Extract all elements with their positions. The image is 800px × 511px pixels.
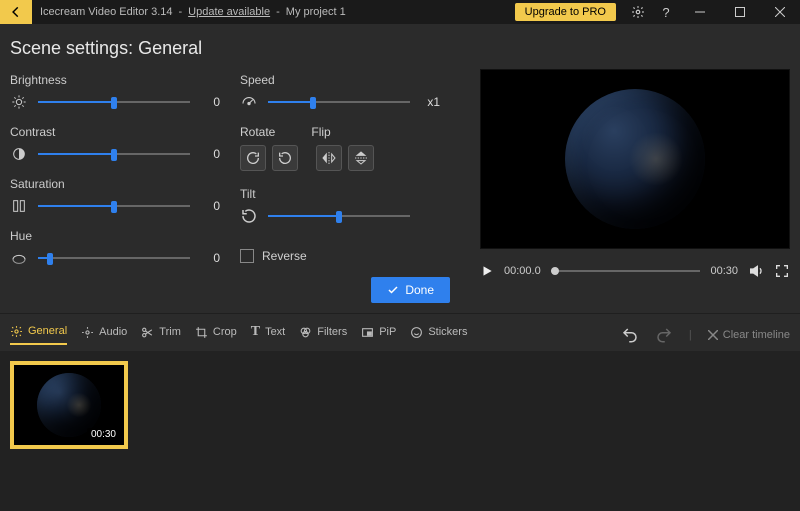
undo-button[interactable] (621, 326, 639, 344)
settings-icon[interactable] (624, 0, 652, 24)
tab-pip[interactable]: PiP (361, 326, 396, 344)
tilt-icon (240, 207, 258, 225)
rotate-label: Rotate (240, 125, 275, 139)
seek-bar[interactable] (551, 266, 701, 276)
play-button[interactable] (480, 264, 494, 278)
crop-icon (195, 326, 208, 339)
app-name: Icecream Video Editor 3.14 (40, 6, 172, 18)
tab-filters[interactable]: Filters (299, 326, 347, 344)
tab-stickers[interactable]: Stickers (410, 326, 467, 344)
text-icon: T (251, 324, 260, 340)
done-button[interactable]: Done (371, 277, 450, 303)
flip-horizontal-button[interactable] (316, 145, 342, 171)
saturation-icon (10, 197, 28, 215)
tab-strip: General Audio Trim Crop T Text Filters P… (0, 313, 800, 351)
audio-icon (81, 326, 94, 339)
pip-icon (361, 326, 374, 339)
page-title: Scene settings: General (0, 24, 800, 67)
brightness-icon (10, 93, 28, 111)
tab-audio[interactable]: Audio (81, 326, 127, 344)
speed-slider[interactable] (268, 95, 410, 109)
tab-trim[interactable]: Trim (141, 326, 181, 344)
minimize-button[interactable] (680, 0, 720, 24)
player-duration: 00:30 (710, 265, 738, 277)
redo-button[interactable] (655, 326, 673, 344)
sticker-icon (410, 326, 423, 339)
player-current-time: 00:00.0 (504, 265, 541, 277)
hue-slider[interactable] (38, 251, 190, 265)
brightness-label: Brightness (10, 73, 220, 87)
reverse-label: Reverse (262, 249, 307, 263)
brightness-value: 0 (200, 95, 220, 109)
clip-duration: 00:30 (87, 428, 120, 441)
gear-icon (10, 325, 23, 338)
speed-label: Speed (240, 73, 440, 87)
brightness-slider[interactable] (38, 95, 190, 109)
back-button[interactable] (0, 0, 32, 24)
volume-button[interactable] (748, 263, 764, 279)
tilt-label: Tilt (240, 187, 440, 201)
contrast-value: 0 (200, 147, 220, 161)
tab-crop[interactable]: Crop (195, 326, 237, 344)
done-label: Done (405, 283, 434, 297)
timeline[interactable]: 00:30 (0, 351, 800, 511)
flip-label: Flip (311, 125, 330, 139)
update-available-link[interactable]: Update available (188, 6, 270, 18)
close-button[interactable] (760, 0, 800, 24)
video-preview (480, 69, 790, 249)
fullscreen-button[interactable] (774, 263, 790, 279)
contrast-icon (10, 145, 28, 163)
saturation-label: Saturation (10, 177, 220, 191)
saturation-value: 0 (200, 199, 220, 213)
reverse-checkbox[interactable] (240, 249, 254, 263)
title-bar: Icecream Video Editor 3.14 - Update avai… (0, 0, 800, 24)
hue-label: Hue (10, 229, 220, 243)
speed-icon (240, 93, 258, 111)
clear-timeline-button[interactable]: Clear timeline (708, 329, 790, 341)
separator: - (276, 6, 280, 18)
check-icon (387, 284, 399, 296)
tilt-slider[interactable] (268, 209, 410, 223)
contrast-label: Contrast (10, 125, 220, 139)
filters-icon (299, 326, 312, 339)
maximize-button[interactable] (720, 0, 760, 24)
rotate-ccw-button[interactable] (272, 145, 298, 171)
speed-value: x1 (420, 95, 440, 109)
flip-vertical-button[interactable] (348, 145, 374, 171)
arrow-left-icon (9, 5, 23, 19)
scissors-icon (141, 326, 154, 339)
title-text-group: Icecream Video Editor 3.14 - Update avai… (40, 6, 346, 18)
close-icon (708, 330, 718, 340)
hue-icon (10, 249, 28, 267)
help-icon[interactable]: ? (652, 0, 680, 24)
preview-content (565, 89, 705, 229)
timeline-clip[interactable]: 00:30 (10, 361, 128, 449)
tab-text[interactable]: T Text (251, 324, 286, 345)
tab-general[interactable]: General (10, 325, 67, 345)
separator: - (178, 6, 182, 18)
contrast-slider[interactable] (38, 147, 190, 161)
upgrade-pro-button[interactable]: Upgrade to PRO (515, 3, 616, 21)
hue-value: 0 (200, 251, 220, 265)
project-name: My project 1 (286, 6, 346, 18)
saturation-slider[interactable] (38, 199, 190, 213)
rotate-cw-button[interactable] (240, 145, 266, 171)
